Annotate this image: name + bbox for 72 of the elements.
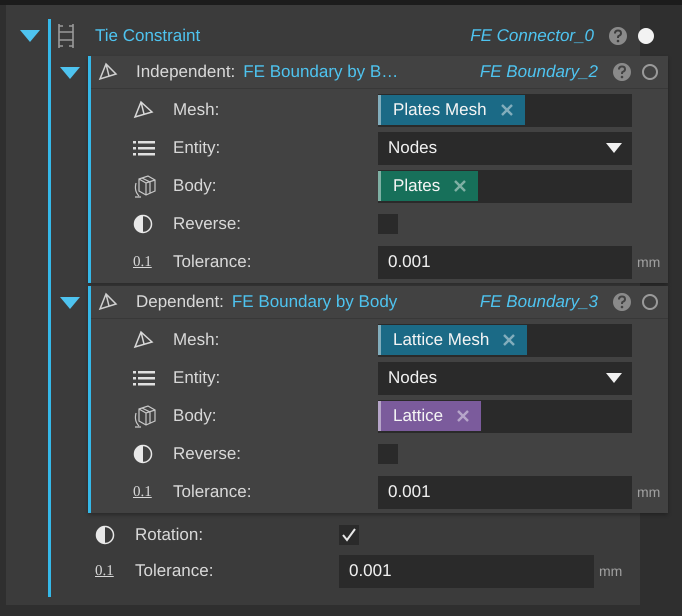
field-label: Tolerance: <box>173 252 252 272</box>
selection-tag[interactable]: Plates <box>378 171 478 201</box>
selection-field[interactable]: Plates <box>378 170 632 202</box>
selection-field[interactable]: Lattice <box>378 400 632 432</box>
status-dot[interactable] <box>642 64 658 80</box>
field-label: Reverse: <box>173 444 242 464</box>
mesh-icon <box>133 330 155 350</box>
decimal-icon: 0.1 <box>95 562 114 580</box>
boundary-type: FE Boundary by B… <box>243 62 400 82</box>
field-label: Rotation: <box>135 525 204 545</box>
field-label: Mesh: <box>173 330 220 350</box>
remove-icon[interactable] <box>454 180 466 192</box>
tie-icon <box>57 23 75 49</box>
field-label: Mesh: <box>173 100 220 120</box>
status-dot[interactable] <box>642 294 658 310</box>
dropdown-caret-icon <box>606 143 622 153</box>
field-label: Entity: <box>173 368 222 388</box>
checkbox[interactable] <box>378 444 398 464</box>
selection-field[interactable]: Plates Mesh <box>378 94 632 126</box>
tolerance-field[interactable]: 0.001 <box>378 246 632 278</box>
selection-field[interactable]: Lattice Mesh <box>378 324 632 356</box>
entity-dropdown[interactable]: Nodes <box>378 132 632 164</box>
help-icon[interactable] <box>608 26 628 46</box>
tag-label: Plates <box>393 176 440 196</box>
help-icon[interactable] <box>612 62 632 82</box>
remove-icon[interactable] <box>503 334 516 346</box>
unit-label: mm <box>599 563 622 579</box>
tolerance-field[interactable]: 0.001 <box>378 476 632 508</box>
constraint-title: Tie Constraint <box>95 26 202 46</box>
tag-label: Lattice <box>393 406 444 426</box>
tolerance-field[interactable]: 0.001 <box>339 554 594 588</box>
selection-tag[interactable]: Lattice Mesh <box>378 325 528 355</box>
remove-icon[interactable] <box>500 104 513 116</box>
field-label: Tolerance: <box>173 482 252 502</box>
contrast-icon <box>133 444 153 464</box>
field-label: Body: <box>173 406 218 426</box>
entity-dropdown[interactable]: Nodes <box>378 362 632 394</box>
mesh-icon <box>98 292 118 312</box>
mesh-icon <box>133 100 155 120</box>
boundary-role: Independent: <box>136 62 236 82</box>
help-icon[interactable] <box>612 292 632 312</box>
unit-label: mm <box>637 254 660 270</box>
boundary-name: FE Boundary_3 <box>480 292 598 312</box>
selection-tag[interactable]: Plates Mesh <box>378 95 525 125</box>
list-icon <box>133 140 155 156</box>
unit-label: mm <box>637 484 660 500</box>
contrast-icon <box>95 525 115 545</box>
connector-name: FE Connector_0 <box>470 26 594 46</box>
tag-label: Lattice Mesh <box>393 330 490 350</box>
collapse-caret-icon[interactable] <box>60 67 80 79</box>
checkbox[interactable] <box>378 214 398 234</box>
list-icon <box>133 370 155 386</box>
tag-label: Plates Mesh <box>393 100 487 120</box>
field-label: Reverse: <box>173 214 242 234</box>
decimal-icon: 0.1 <box>133 484 152 500</box>
selection-tag[interactable]: Lattice <box>378 401 482 431</box>
field-label: Entity: <box>173 138 222 158</box>
remove-icon[interactable] <box>457 410 470 422</box>
decimal-icon: 0.1 <box>133 254 152 270</box>
boundary-name: FE Boundary_2 <box>480 62 598 82</box>
contrast-icon <box>133 214 153 234</box>
dropdown-caret-icon <box>606 373 622 383</box>
collapse-caret-icon[interactable] <box>20 30 40 42</box>
field-label: Tolerance: <box>135 561 214 581</box>
wire-cube-icon <box>133 173 157 199</box>
collapse-caret-icon[interactable] <box>60 297 80 309</box>
boundary-role: Dependent: <box>136 292 224 312</box>
mesh-icon <box>98 62 118 82</box>
wire-cube-icon <box>133 403 157 429</box>
checkbox[interactable] <box>339 525 359 545</box>
field-label: Body: <box>173 176 218 196</box>
boundary-type: FE Boundary by Body <box>232 292 398 312</box>
